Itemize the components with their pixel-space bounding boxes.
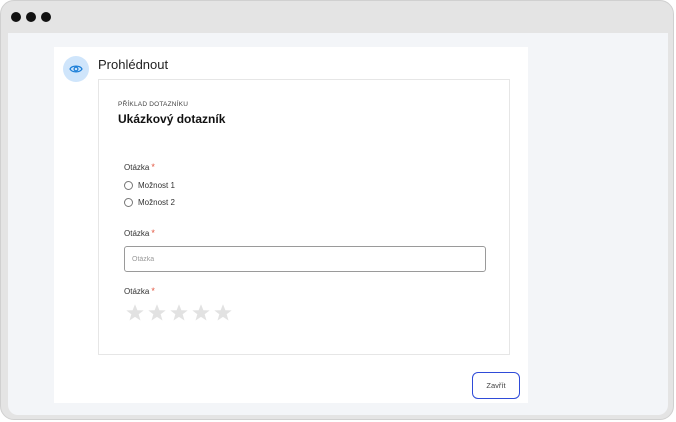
star-rating — [124, 302, 234, 324]
radio-button[interactable] — [124, 198, 133, 207]
browser-window: Prohlédnout PŘÍKLAD DOTAZNÍKU Ukázkový d… — [0, 0, 674, 420]
radio-option-label: Možnost 1 — [138, 181, 175, 190]
window-control-dot-2[interactable] — [26, 12, 36, 22]
survey-title: Ukázkový dotazník — [118, 112, 226, 126]
radio-button[interactable] — [124, 181, 133, 190]
preview-dialog: Prohlédnout PŘÍKLAD DOTAZNÍKU Ukázkový d… — [54, 47, 528, 403]
question-1-label: Otázka * — [124, 162, 155, 172]
survey-kicker: PŘÍKLAD DOTAZNÍKU — [118, 101, 189, 108]
eye-icon — [63, 56, 89, 82]
question-3-text: Otázka — [124, 287, 150, 296]
dialog-title: Prohlédnout — [98, 57, 169, 72]
star-icon-3[interactable] — [168, 302, 190, 324]
window-control-dot-1[interactable] — [11, 12, 21, 22]
window-control-dot-3[interactable] — [41, 12, 51, 22]
required-mark: * — [151, 228, 155, 238]
radio-option-1[interactable]: Možnost 1 — [124, 181, 175, 190]
star-icon-5[interactable] — [212, 302, 234, 324]
radio-option-label: Možnost 2 — [138, 198, 175, 207]
question-2-input[interactable] — [124, 246, 486, 272]
radio-option-2[interactable]: Možnost 2 — [124, 198, 175, 207]
survey-preview-panel: PŘÍKLAD DOTAZNÍKU Ukázkový dotazník Otáz… — [98, 79, 510, 355]
question-2-text: Otázka — [124, 229, 150, 238]
page-content: Prohlédnout PŘÍKLAD DOTAZNÍKU Ukázkový d… — [8, 33, 668, 415]
star-icon-2[interactable] — [146, 302, 168, 324]
question-3-label: Otázka * — [124, 286, 155, 296]
question-1-text: Otázka — [124, 163, 150, 172]
question-2-label: Otázka * — [124, 228, 155, 238]
required-mark: * — [151, 286, 155, 296]
star-icon-1[interactable] — [124, 302, 146, 324]
close-button[interactable]: Zavřít — [472, 372, 520, 399]
window-titlebar — [1, 1, 673, 33]
required-mark: * — [151, 162, 155, 172]
star-icon-4[interactable] — [190, 302, 212, 324]
